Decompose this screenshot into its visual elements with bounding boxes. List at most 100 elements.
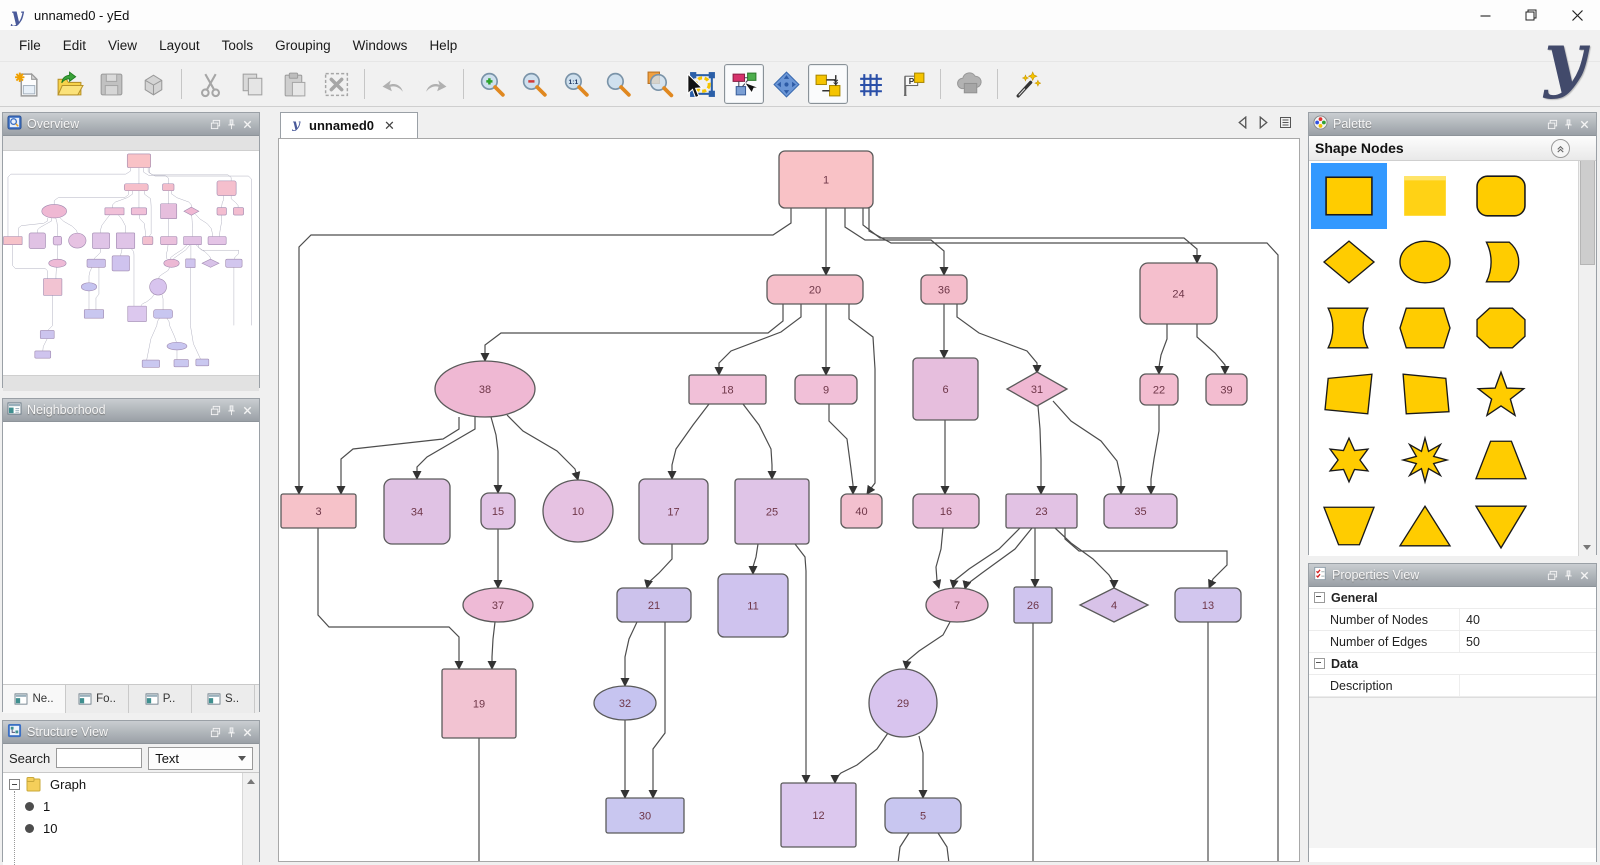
palette-shape-rectangle[interactable] (1311, 163, 1387, 229)
overview-minimap[interactable] (3, 151, 259, 375)
menu-file[interactable]: File (8, 32, 52, 59)
collapse-category-icon[interactable] (1314, 658, 1325, 669)
graph-edge[interactable] (714, 304, 802, 376)
side-tab-s[interactable]: S.. (192, 685, 255, 713)
tab-scroll-right-icon[interactable] (1258, 115, 1269, 132)
graph-edge[interactable] (1064, 528, 1228, 589)
zoom-in-button[interactable] (472, 64, 512, 104)
menu-grouping[interactable]: Grouping (264, 32, 342, 59)
graph-edge[interactable] (1054, 527, 1119, 589)
redo-button[interactable] (415, 64, 455, 104)
palette-shape-triangle[interactable] (1387, 493, 1463, 556)
tree-item-10[interactable]: 10 (3, 817, 259, 839)
copy-button[interactable] (232, 64, 272, 104)
graph-edge[interactable] (1036, 405, 1046, 495)
save-button[interactable] (91, 64, 131, 104)
new-document-button[interactable] (7, 64, 47, 104)
structure-close-icon[interactable] (239, 724, 255, 740)
close-button[interactable] (1554, 0, 1600, 30)
menu-edit[interactable]: Edit (52, 32, 97, 59)
palette-shape-star-5[interactable] (1463, 361, 1539, 427)
graph-edge[interactable] (667, 403, 710, 480)
graph-edge[interactable] (412, 417, 476, 480)
graph-edge[interactable] (897, 832, 910, 861)
palette-shape-quad-skew-2[interactable] (1387, 361, 1463, 427)
cut-button[interactable] (190, 64, 230, 104)
graph-edge[interactable] (1196, 324, 1230, 375)
side-tab-p[interactable]: P.. (129, 685, 192, 713)
neighborhood-pin-icon[interactable] (223, 402, 239, 418)
scroll-up-icon[interactable] (243, 773, 259, 789)
palette-shape-quad-skew-1[interactable] (1311, 361, 1387, 427)
collapse-category-icon[interactable] (1314, 592, 1325, 603)
palette-close-icon[interactable] (1576, 116, 1592, 132)
palette-shape-ellipse[interactable] (1387, 229, 1463, 295)
side-tab-fo[interactable]: Fo.. (66, 685, 129, 713)
search-input[interactable] (56, 748, 143, 768)
palette-shape-star-8[interactable] (1387, 427, 1463, 493)
collapse-section-icon[interactable] (1551, 138, 1570, 158)
label-mode-button[interactable]: P (892, 64, 932, 104)
palette-scroll-down-icon[interactable] (1579, 539, 1595, 555)
graph-edge[interactable] (1154, 324, 1168, 375)
neighborhood-close-icon[interactable] (239, 402, 255, 418)
overview-pin-icon[interactable] (223, 116, 239, 132)
zoom-selection-button[interactable] (640, 64, 680, 104)
palette-shape-star-6[interactable] (1311, 427, 1387, 493)
navigate-mode-button[interactable] (766, 64, 806, 104)
graph-edge[interactable] (844, 208, 949, 276)
group-button[interactable] (949, 64, 989, 104)
shape-nodes-header[interactable]: Shape Nodes (1309, 136, 1596, 161)
palette-scrollbar[interactable] (1578, 161, 1596, 556)
snap-lines-button[interactable] (808, 64, 848, 104)
graph-edge[interactable] (317, 528, 464, 670)
property-row-general[interactable]: General (1309, 587, 1596, 609)
properties-pin-icon[interactable] (1560, 567, 1576, 583)
graph-edge[interactable] (644, 544, 673, 589)
menu-layout[interactable]: Layout (148, 32, 211, 59)
graph-edge[interactable] (620, 621, 638, 687)
graph-edge[interactable] (862, 208, 1202, 264)
palette-float-icon[interactable] (1544, 116, 1560, 132)
tab-list-icon[interactable] (1279, 116, 1292, 132)
tab-unnamed0[interactable]: y unnamed0 ✕ (280, 112, 418, 138)
palette-shape-trapezoid-down[interactable] (1311, 493, 1387, 556)
delete-button[interactable] (316, 64, 356, 104)
grid-button[interactable] (850, 64, 890, 104)
property-value[interactable] (1459, 675, 1596, 696)
open-folder-button[interactable] (49, 64, 89, 104)
graph-edge[interactable] (902, 621, 951, 670)
zoom-actual-button[interactable]: 1:1 (556, 64, 596, 104)
edit-mode-button[interactable] (724, 64, 764, 104)
tab-close-icon[interactable]: ✕ (384, 118, 395, 134)
graph-edge[interactable] (480, 304, 784, 362)
graph-edge[interactable] (490, 416, 503, 494)
neighborhood-float-icon[interactable] (207, 402, 223, 418)
tree-scrollbar[interactable] (242, 773, 259, 865)
graph-edge[interactable] (932, 527, 944, 589)
tree-expander-icon[interactable] (9, 778, 20, 790)
palette-shape-hexagon-pointed[interactable] (1387, 295, 1463, 361)
overview-float-icon[interactable] (207, 116, 223, 132)
graph-canvas[interactable]: 1 20 36 24 38 18 9 6 31 22 39 3 34 15 10 17 25 40 16 23 35 37… (278, 138, 1300, 862)
search-type-select[interactable]: Text (148, 746, 253, 770)
graph-edge[interactable] (648, 622, 666, 799)
graph-edge[interactable] (487, 621, 497, 670)
palette-shape-wave-left[interactable] (1311, 295, 1387, 361)
palette-scroll-thumb[interactable] (1580, 161, 1595, 265)
palette-shape-round-rectangle[interactable] (1463, 163, 1539, 229)
palette-shape-trapezoid[interactable] (1463, 427, 1539, 493)
palette-shape-triangle-down[interactable] (1463, 493, 1539, 556)
menu-windows[interactable]: Windows (342, 32, 419, 59)
graph-edge[interactable] (794, 543, 811, 784)
tree-item-graph[interactable]: Graph (3, 773, 259, 795)
graph-edge[interactable] (828, 404, 858, 495)
graph-edge[interactable] (937, 832, 950, 861)
paste-button[interactable] (274, 64, 314, 104)
palette-shape-octagon[interactable] (1463, 295, 1539, 361)
graph-edge[interactable] (748, 543, 759, 575)
graph-edge[interactable] (918, 735, 928, 799)
property-row-data[interactable]: Data (1309, 653, 1596, 675)
properties-close-icon[interactable] (1576, 567, 1592, 583)
graph-edge[interactable] (1052, 400, 1126, 495)
